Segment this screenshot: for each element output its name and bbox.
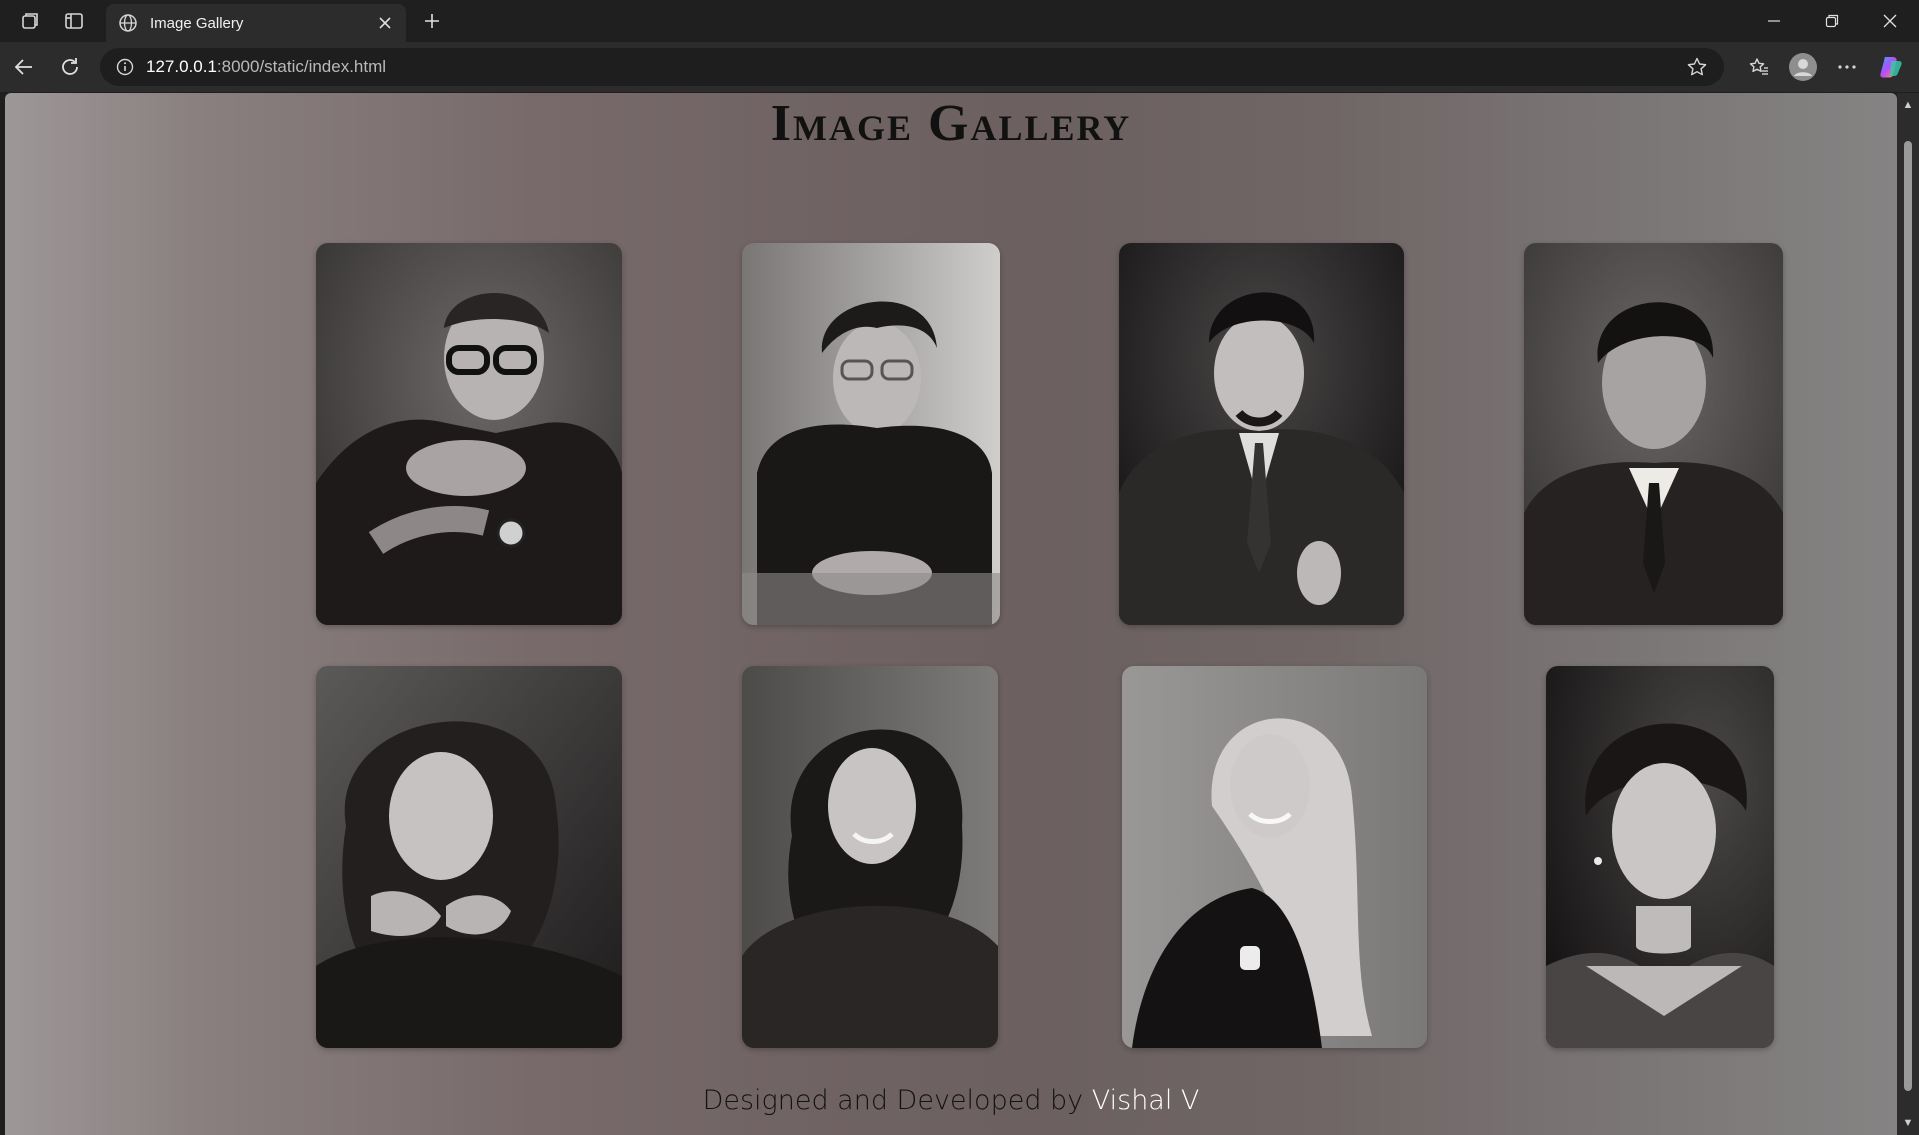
profile-avatar-icon[interactable] [1781,47,1825,87]
url-host: 127.0.0.1 [146,57,217,76]
tab-strip: Image Gallery [0,0,1919,42]
site-info-icon[interactable] [114,56,136,78]
gallery-image[interactable] [316,243,622,625]
scroll-thumb[interactable] [1904,141,1912,1091]
restore-icon[interactable] [1803,0,1861,42]
workspaces-icon[interactable] [8,0,52,42]
gallery-image[interactable] [1122,666,1427,1048]
active-tab[interactable]: Image Gallery [106,4,406,42]
more-options-icon[interactable] [1825,47,1869,87]
address-bar[interactable]: 127.0.0.1:8000/static/index.html [100,48,1724,86]
favorites-icon[interactable] [1737,47,1781,87]
globe-icon [116,11,140,35]
close-window-icon[interactable] [1861,0,1919,42]
url-text: 127.0.0.1:8000/static/index.html [146,57,1684,77]
page-title: Image Gallery [770,95,1132,152]
back-arrow-icon[interactable] [2,47,46,87]
gallery-image[interactable] [742,666,998,1048]
gallery-image[interactable] [316,666,622,1048]
gallery-image[interactable] [742,243,1000,625]
footer-author: Vishal V [1091,1085,1200,1116]
toolbar-right [1737,47,1913,87]
minimize-icon[interactable] [1745,0,1803,42]
close-tab-icon[interactable] [374,12,396,34]
gallery-image[interactable] [1524,243,1783,625]
browser-toolbar: 127.0.0.1:8000/static/index.html [0,42,1919,92]
image-gallery: Image Gallery Designed and Developed by … [5,93,1897,1135]
window-controls [1745,0,1919,42]
gallery-image[interactable] [1119,243,1404,625]
vertical-scrollbar[interactable]: ▲ ▼ [1897,93,1919,1135]
refresh-icon[interactable] [48,47,92,87]
scroll-down-icon[interactable]: ▼ [1902,1117,1914,1129]
gallery-image[interactable] [1546,666,1774,1048]
copilot-icon[interactable] [1869,47,1913,87]
new-tab-icon[interactable] [414,4,450,38]
footer-credit: Designed and Developed by [702,1085,1092,1116]
page-footer: Designed and Developed by Vishal V [5,1085,1897,1116]
vertical-tabs-icon[interactable] [52,0,96,42]
scroll-up-icon[interactable]: ▲ [1902,99,1914,111]
favorite-star-icon[interactable] [1684,54,1710,80]
tab-title: Image Gallery [150,14,244,32]
url-path: :8000/static/index.html [216,57,387,76]
page-viewport: Image Gallery Designed and Developed by … [5,93,1897,1135]
